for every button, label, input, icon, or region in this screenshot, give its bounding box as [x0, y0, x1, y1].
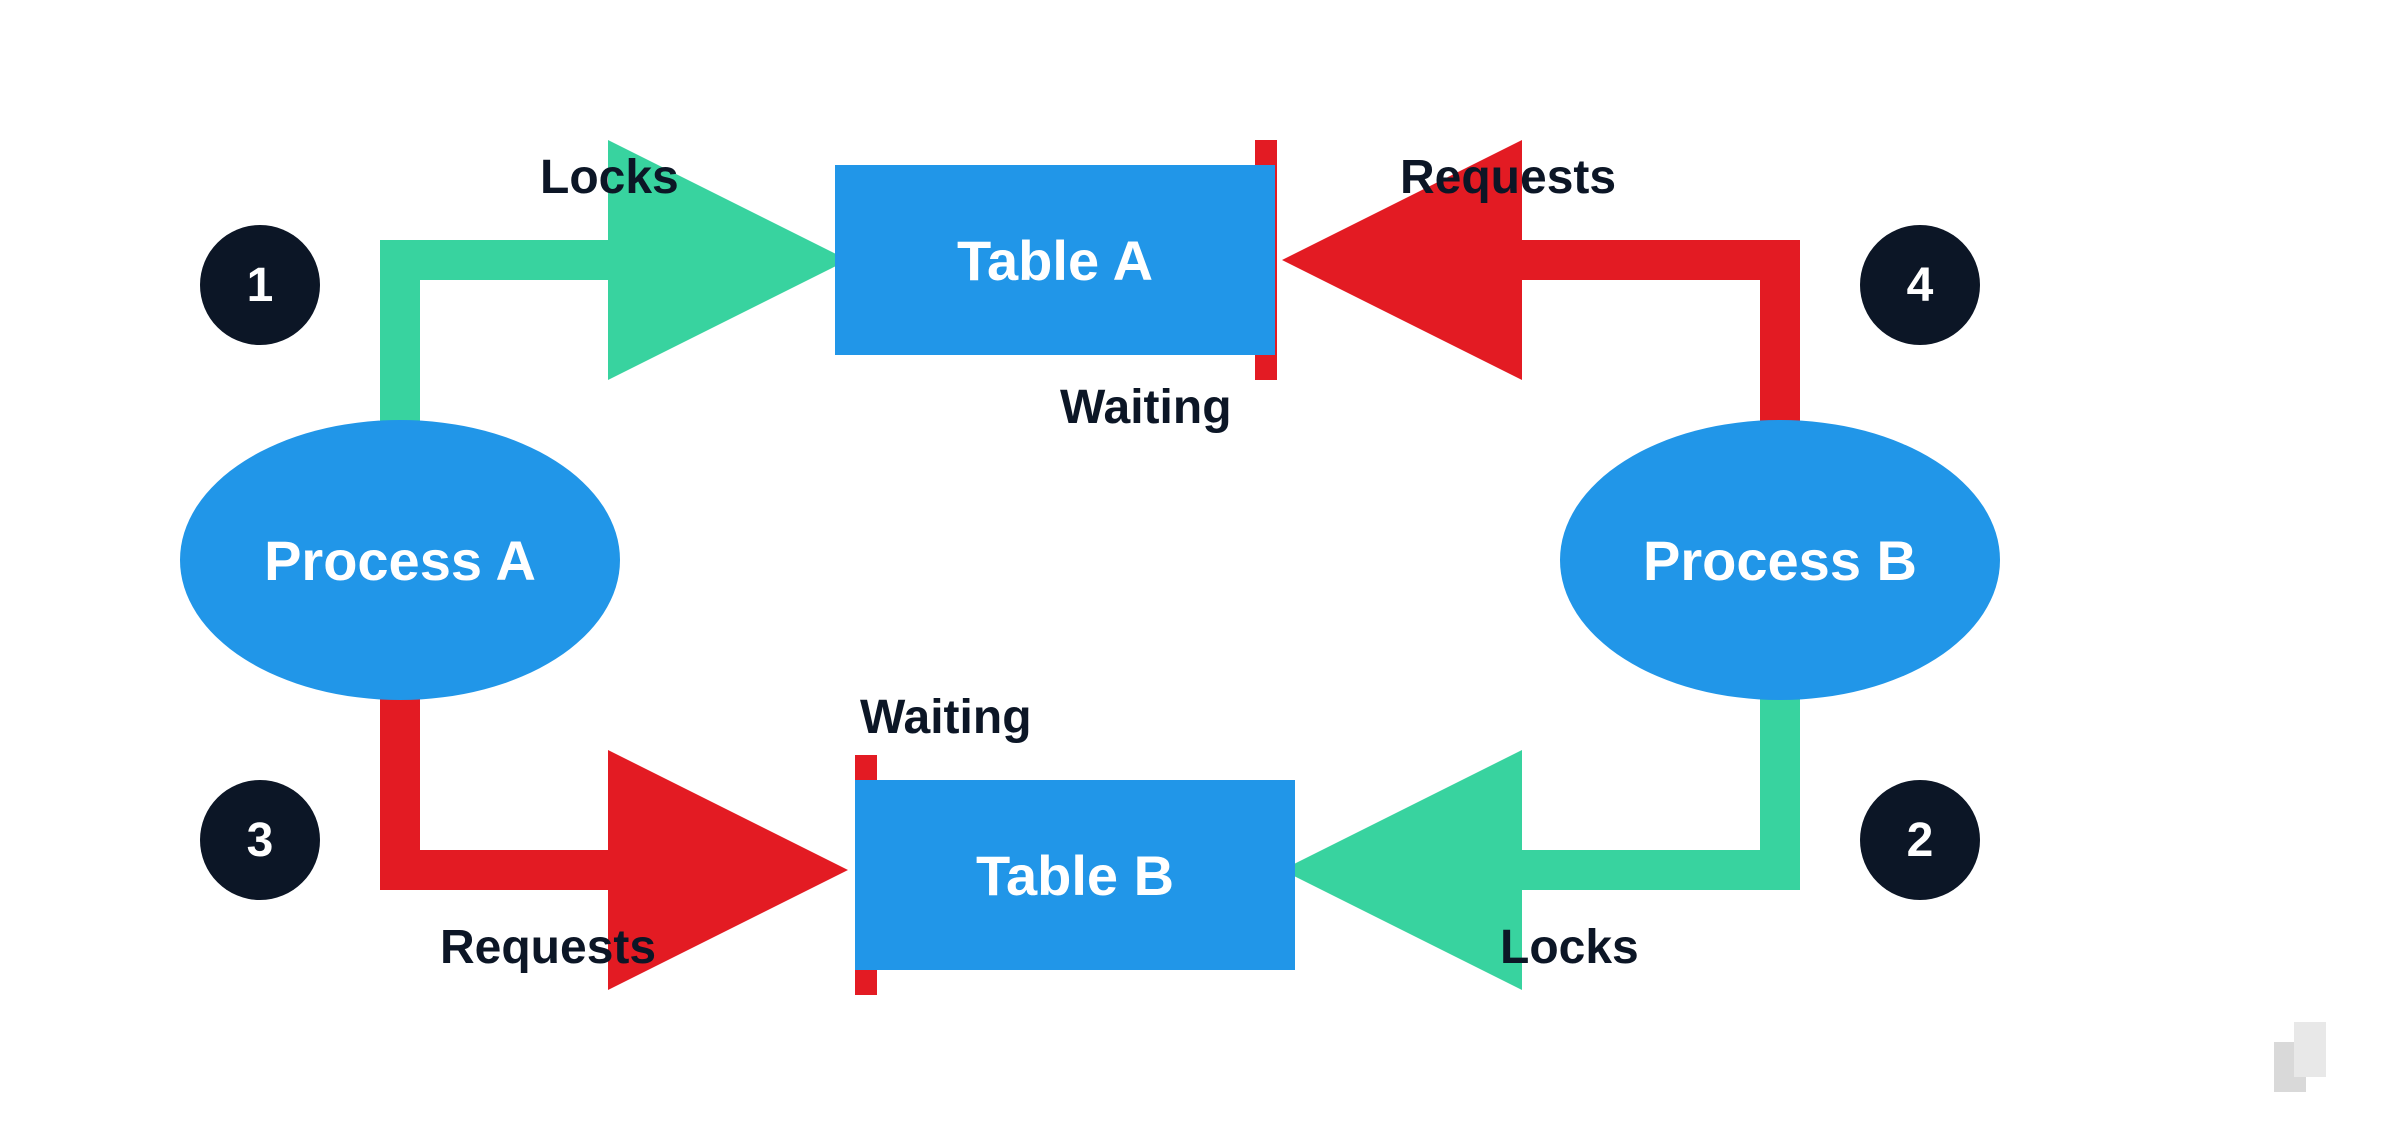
label-locks-bottom: Locks [1500, 920, 1639, 975]
label-waiting-bottom: Waiting [860, 690, 1032, 745]
step-4-label: 4 [1907, 258, 1934, 313]
label-requests-top: Requests [1400, 150, 1616, 205]
logo-icon [2274, 1022, 2344, 1092]
label-waiting-top: Waiting [1060, 380, 1232, 435]
step-2: 2 [1860, 780, 1980, 900]
process-b: Process B [1560, 420, 2000, 700]
step-3-label: 3 [247, 813, 274, 868]
table-a: Table A [835, 165, 1275, 355]
process-a-label: Process A [264, 528, 536, 593]
table-a-label: Table A [957, 228, 1153, 293]
step-1-label: 1 [247, 258, 274, 313]
deadlock-diagram: Table A Table B Process A Process B 1 2 … [0, 0, 2384, 1122]
label-requests-bottom: Requests [440, 920, 656, 975]
table-b: Table B [855, 780, 1295, 970]
process-a: Process A [180, 420, 620, 700]
table-b-label: Table B [976, 843, 1174, 908]
arrow-locks-a [400, 260, 800, 440]
step-1: 1 [200, 225, 320, 345]
label-locks-top: Locks [540, 150, 679, 205]
arrow-locks-b [1330, 680, 1780, 870]
step-4: 4 [1860, 225, 1980, 345]
step-3: 3 [200, 780, 320, 900]
arrow-requests-a [400, 680, 800, 870]
arrow-requests-b [1330, 260, 1780, 440]
step-2-label: 2 [1907, 813, 1934, 868]
process-b-label: Process B [1643, 528, 1917, 593]
